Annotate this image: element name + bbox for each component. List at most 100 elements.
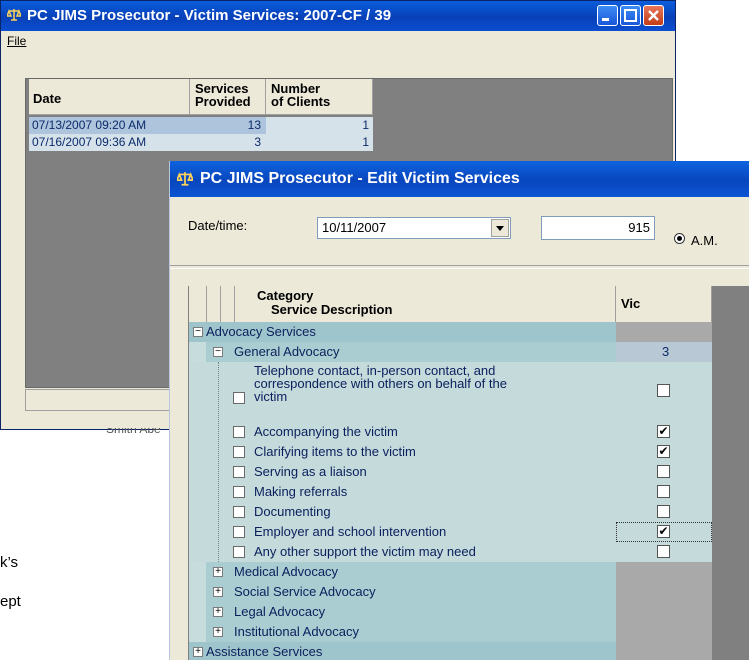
service-checkbox[interactable] <box>233 486 245 498</box>
vic-cell <box>616 642 712 660</box>
vic-checkbox-checked[interactable]: ✔ <box>657 445 670 458</box>
vic-count: 3 <box>662 344 670 359</box>
table-row-2-services[interactable]: 3 <box>190 134 266 151</box>
tree-row-accompanying[interactable]: Accompanying the victim ✔ <box>189 422 712 442</box>
vic-cell-focused: ✔ <box>616 522 712 542</box>
vic-checkbox[interactable] <box>657 505 670 518</box>
tree-row-label: Making referrals <box>254 484 348 499</box>
tree-row-label: General Advocacy <box>234 344 340 359</box>
tree-indent <box>189 582 206 602</box>
tree-row-label: Social Service Advocacy <box>234 584 376 599</box>
maximize-icon <box>624 9 637 22</box>
expand-toggle-icon[interactable]: + <box>213 567 223 577</box>
tree-row-institutional-advocacy[interactable]: + Institutional Advocacy <box>189 622 712 642</box>
table-row-2-clients[interactable]: 1 <box>266 134 373 151</box>
column-header-services[interactable]: Services Provided <box>190 79 266 115</box>
service-checkbox[interactable] <box>233 526 245 538</box>
table-row-1-date[interactable]: 07/13/2007 09:20 AM <box>29 117 190 134</box>
form-divider <box>170 265 749 269</box>
tree-indent <box>189 342 206 362</box>
service-checkbox[interactable] <box>233 446 245 458</box>
vic-checkbox[interactable] <box>657 545 670 558</box>
vic-checkbox[interactable] <box>657 485 670 498</box>
tree-row-employer-school[interactable]: Employer and school intervention ✔ <box>189 522 712 542</box>
expand-toggle-icon[interactable]: + <box>213 607 223 617</box>
table-row-1-clients[interactable]: 1 <box>266 117 373 134</box>
tree-indent <box>189 622 206 642</box>
vic-cell <box>616 602 712 622</box>
vic-cell <box>616 542 712 562</box>
minimize-button[interactable] <box>597 5 618 26</box>
tree-row-general-advocacy[interactable]: − General Advocacy 3 <box>189 342 712 362</box>
time-input[interactable]: 915 <box>541 216 655 240</box>
date-combobox[interactable]: 10/11/2007 <box>317 217 511 239</box>
vic-cell <box>616 482 712 502</box>
expand-toggle-icon[interactable]: + <box>213 587 223 597</box>
services-header-line2: Provided <box>195 94 251 109</box>
tree-row-social-service-advocacy[interactable]: + Social Service Advocacy <box>189 582 712 602</box>
am-radio[interactable] <box>674 233 685 244</box>
tree-row-label: Documenting <box>254 504 331 519</box>
date-dropdown-button[interactable] <box>491 219 509 237</box>
tree-row-legal-advocacy[interactable]: + Legal Advocacy <box>189 602 712 622</box>
edit-window-titlebar[interactable]: PC JIMS Prosecutor - Edit Victim Service… <box>170 161 749 197</box>
tree-row-other-support[interactable]: Any other support the victim may need <box>189 542 712 562</box>
time-value: 915 <box>628 220 650 235</box>
minimize-icon <box>602 18 609 21</box>
tree-row-medical-advocacy[interactable]: + Medical Advocacy <box>189 562 712 582</box>
service-checkbox[interactable] <box>233 392 245 404</box>
collapse-toggle-icon[interactable]: − <box>213 347 223 357</box>
tree-row-documenting[interactable]: Documenting <box>189 502 712 522</box>
service-checkbox[interactable] <box>233 466 245 478</box>
tree-row-label: Accompanying the victim <box>254 424 398 439</box>
tree-row-label: Medical Advocacy <box>234 564 339 579</box>
visits-grid: Date Services Provided Number of Clients… <box>29 79 373 161</box>
service-checkbox[interactable] <box>233 546 245 558</box>
tree-row-label: Telephone contact, in-person contact, an… <box>254 364 507 403</box>
tree-row-label-line-2: correspondence with others on behalf of … <box>254 376 507 391</box>
background-list-text: Smith Abe <box>106 428 161 436</box>
tree-row-referrals[interactable]: Making referrals <box>189 482 712 502</box>
tree-row-label: Legal Advocacy <box>234 604 326 619</box>
column-header-date[interactable]: Date <box>29 79 190 115</box>
service-checkbox[interactable] <box>233 426 245 438</box>
collapse-toggle-icon[interactable]: − <box>193 327 203 337</box>
maximize-button[interactable] <box>620 5 641 26</box>
service-checkbox[interactable] <box>233 506 245 518</box>
header-indent-2 <box>206 286 221 322</box>
service-header-text: Service Description <box>271 302 393 317</box>
table-row-1-services[interactable]: 13 <box>190 117 266 134</box>
tree-row-clarifying[interactable]: Clarifying items to the victim ✔ <box>189 442 712 462</box>
services-grid-header: Category Service Description Vic <box>189 286 712 323</box>
column-header-category[interactable]: Category Service Description <box>234 286 616 322</box>
scales-app-icon <box>7 9 21 21</box>
victim-services-titlebar[interactable]: PC JIMS Prosecutor - Victim Services: 20… <box>1 1 675 31</box>
vic-checkbox-checked[interactable]: ✔ <box>657 425 670 438</box>
menu-bar: File <box>1 31 675 51</box>
close-button[interactable] <box>643 5 664 26</box>
vic-cell <box>616 362 712 422</box>
vic-count-cell: 3 <box>616 342 712 362</box>
page-text-fragment-1: k’s <box>0 554 19 571</box>
tree-row-label: Advocacy Services <box>206 324 316 339</box>
services-tree: − Advocacy Services − General Advocacy 3… <box>189 322 712 660</box>
clients-header-line2: of Clients <box>271 94 331 109</box>
tree-row-telephone-contact[interactable]: Telephone contact, in-person contact, an… <box>189 362 712 422</box>
tree-row-liaison[interactable]: Serving as a liaison <box>189 462 712 482</box>
tree-row-advocacy-services[interactable]: − Advocacy Services <box>189 322 712 342</box>
vic-checkbox-checked[interactable]: ✔ <box>657 525 670 538</box>
tree-indent <box>189 562 206 582</box>
expand-toggle-icon[interactable]: + <box>193 647 203 657</box>
menu-file[interactable]: File <box>7 34 26 48</box>
vic-checkbox[interactable] <box>657 465 670 478</box>
date-time-label: Date/time: <box>188 218 248 233</box>
am-label: A.M. <box>691 233 718 248</box>
column-header-clients[interactable]: Number of Clients <box>266 79 373 115</box>
vic-cell <box>616 462 712 482</box>
tree-row-assistance-services[interactable]: + Assistance Services <box>189 642 712 660</box>
column-header-vic[interactable]: Vic <box>616 286 712 322</box>
background-list-item: Smith Abe <box>30 428 170 436</box>
expand-toggle-icon[interactable]: + <box>213 627 223 637</box>
vic-checkbox[interactable] <box>657 384 670 397</box>
table-row-2-date[interactable]: 07/16/2007 09:36 AM <box>29 134 190 151</box>
